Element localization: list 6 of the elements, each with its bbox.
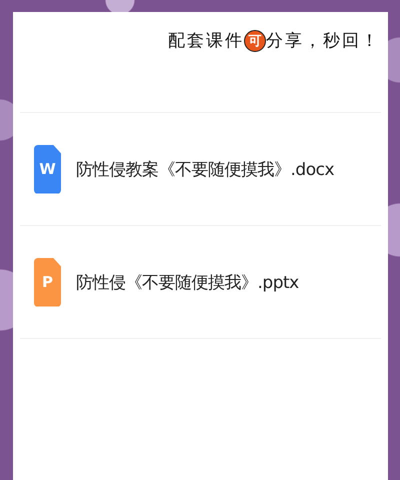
file-name[interactable]: 防性侵《不要随便摸我》.pptx <box>76 270 299 294</box>
banner-text: 分享，秒回！ <box>266 30 380 52</box>
file-icon[interactable]: W <box>34 144 61 194</box>
file-name[interactable]: 防性侵教案《不要随便摸我》.docx <box>76 158 334 180</box>
highlight-badge: 可 <box>244 30 266 52</box>
banner-text: 配套课件 <box>168 30 244 52</box>
